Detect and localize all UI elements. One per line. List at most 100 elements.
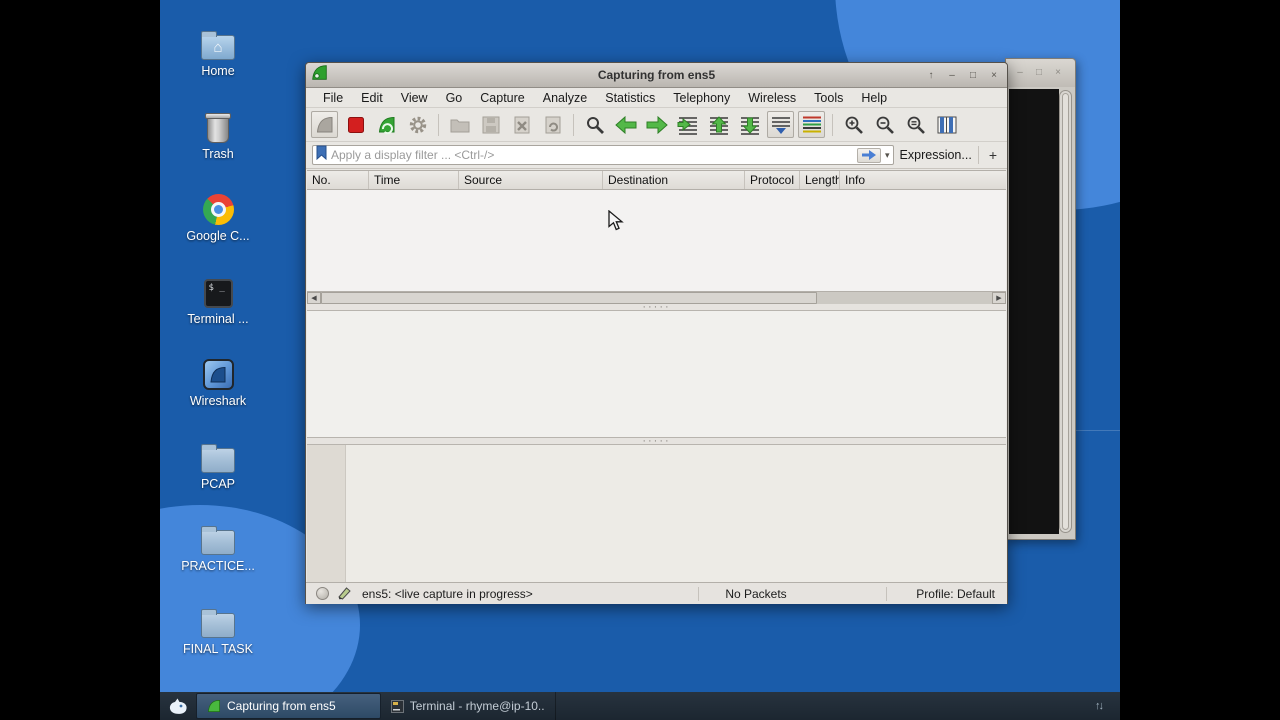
- column-no[interactable]: No.: [307, 171, 369, 189]
- column-source[interactable]: Source: [459, 171, 603, 189]
- apply-filter-button[interactable]: [857, 147, 882, 163]
- minimize-icon[interactable]: –: [1012, 66, 1028, 81]
- bookmark-icon[interactable]: [316, 145, 327, 165]
- scroll-right-icon[interactable]: ▶: [992, 292, 1006, 304]
- capture-options-icon[interactable]: [404, 111, 431, 138]
- capture-comment-icon[interactable]: [337, 585, 352, 603]
- expert-info-icon[interactable]: [316, 587, 329, 600]
- go-to-packet-icon[interactable]: [674, 111, 701, 138]
- applications-menu-button[interactable]: [160, 692, 196, 720]
- terminal-scrollbar[interactable]: [1059, 90, 1072, 533]
- column-destination[interactable]: Destination: [603, 171, 745, 189]
- desktop-icon-practice[interactable]: PRACTICE...: [176, 519, 260, 573]
- go-forward-icon[interactable]: [643, 111, 670, 138]
- status-capture-text: ens5: <live capture in progress>: [362, 586, 533, 601]
- column-protocol[interactable]: Protocol: [745, 171, 800, 189]
- desktop-icon-home[interactable]: ⌂ Home: [176, 24, 260, 78]
- display-filter-box[interactable]: ▾: [312, 145, 894, 165]
- statusbar: ens5: <live capture in progress> No Pack…: [306, 582, 1007, 604]
- mouse-cursor: [608, 209, 626, 237]
- colorize-packets-icon[interactable]: [798, 111, 825, 138]
- packet-list-pane: [307, 190, 1006, 291]
- maximize-icon[interactable]: □: [1031, 66, 1047, 81]
- minimize-icon[interactable]: –: [943, 68, 961, 83]
- screen: ⌂ Home Trash Google C... $ _ Terminal ..…: [0, 0, 1280, 720]
- terminal-screen: [1009, 89, 1059, 534]
- menu-wireless[interactable]: Wireless: [739, 91, 805, 105]
- menu-help[interactable]: Help: [852, 91, 896, 105]
- zoom-in-icon[interactable]: [840, 111, 867, 138]
- menu-go[interactable]: Go: [437, 91, 472, 105]
- menu-telephony[interactable]: Telephony: [664, 91, 739, 105]
- desktop-icon-label: PCAP: [200, 477, 236, 491]
- go-last-packet-icon[interactable]: [736, 111, 763, 138]
- zoom-out-icon[interactable]: [871, 111, 898, 138]
- terminal-window[interactable]: – □ ×: [1005, 58, 1076, 540]
- network-traffic-icon[interactable]: ↑↓: [1095, 692, 1104, 720]
- menu-edit[interactable]: Edit: [352, 91, 392, 105]
- go-back-icon[interactable]: [612, 111, 639, 138]
- hscrollbar-thumb[interactable]: [321, 292, 818, 304]
- desktop-icon-label: Trash: [202, 147, 234, 161]
- separator: [886, 586, 887, 601]
- window-title: Capturing from ens5: [597, 68, 716, 82]
- find-packet-icon[interactable]: [581, 111, 608, 138]
- menubar: File Edit View Go Capture Analyze Statis…: [306, 88, 1007, 108]
- close-icon[interactable]: ×: [985, 68, 1003, 83]
- filter-toolbar: ▾ Expression... +: [306, 142, 1007, 169]
- auto-scroll-icon[interactable]: [767, 111, 794, 138]
- terminal-titlebar[interactable]: – □ ×: [1006, 59, 1075, 87]
- column-time[interactable]: Time: [369, 171, 459, 189]
- start-capture-icon[interactable]: [311, 111, 338, 138]
- desktop-icon-terminal[interactable]: $ _ Terminal ...: [176, 272, 260, 326]
- menu-statistics[interactable]: Statistics: [596, 91, 664, 105]
- desktop-icon-label: Google C...: [186, 229, 250, 243]
- desktop-icon-pcap[interactable]: PCAP: [176, 437, 260, 491]
- taskbar-item-label: Terminal - rhyme@ip-10...: [409, 699, 545, 713]
- terminal-icon: [391, 699, 404, 713]
- folder-icon: [176, 519, 260, 555]
- terminal-icon: $ _: [176, 272, 260, 308]
- add-filter-button[interactable]: +: [985, 147, 1001, 163]
- restart-capture-icon[interactable]: [373, 111, 400, 138]
- folder-icon: [176, 602, 260, 638]
- scroll-left-icon[interactable]: ◀: [307, 292, 321, 304]
- taskbar-item-wireshark[interactable]: Capturing from ens5: [196, 693, 381, 719]
- filter-history-dropdown-icon[interactable]: ▾: [885, 150, 890, 161]
- desktop-icon-google-chrome[interactable]: Google C...: [176, 189, 260, 243]
- main-toolbar: [306, 108, 1007, 142]
- resize-columns-icon[interactable]: [933, 111, 960, 138]
- shade-icon[interactable]: ↑: [922, 68, 940, 83]
- status-profile[interactable]: Profile: Default: [916, 587, 995, 601]
- status-packet-count: No Packets: [725, 586, 787, 601]
- maximize-icon[interactable]: □: [964, 68, 982, 83]
- packet-details-pane: [307, 310, 1006, 438]
- desktop-icon-wireshark[interactable]: Wireshark: [176, 354, 260, 408]
- expression-button[interactable]: Expression...: [900, 148, 972, 162]
- column-info[interactable]: Info: [840, 171, 1006, 189]
- menu-capture[interactable]: Capture: [471, 91, 533, 105]
- desktop-icon-label: FINAL TASK: [183, 642, 253, 656]
- open-file-icon[interactable]: [446, 111, 473, 138]
- desktop: ⌂ Home Trash Google C... $ _ Terminal ..…: [160, 0, 1120, 692]
- display-filter-input[interactable]: [331, 148, 854, 162]
- zoom-reset-icon[interactable]: [902, 111, 929, 138]
- hscrollbar-track[interactable]: [817, 292, 992, 304]
- taskbar-item-terminal[interactable]: Terminal - rhyme@ip-10...: [381, 692, 556, 720]
- close-icon[interactable]: ×: [1050, 66, 1066, 81]
- packet-bytes-offset-column: [307, 445, 346, 582]
- desktop-icon-trash[interactable]: Trash: [176, 107, 260, 161]
- reload-file-icon[interactable]: [539, 111, 566, 138]
- menu-view[interactable]: View: [392, 91, 437, 105]
- go-first-packet-icon[interactable]: [705, 111, 732, 138]
- titlebar[interactable]: Capturing from ens5 ↑ – □ ×: [306, 63, 1007, 88]
- desktop-icon-final-task[interactable]: FINAL TASK: [176, 602, 260, 656]
- menu-file[interactable]: File: [314, 91, 352, 105]
- taskbar-item-label: Capturing from ens5: [227, 699, 336, 713]
- save-file-icon[interactable]: [477, 111, 504, 138]
- menu-tools[interactable]: Tools: [805, 91, 852, 105]
- column-length[interactable]: Length: [800, 171, 840, 189]
- stop-capture-icon[interactable]: [342, 111, 369, 138]
- close-file-icon[interactable]: [508, 111, 535, 138]
- menu-analyze[interactable]: Analyze: [534, 91, 596, 105]
